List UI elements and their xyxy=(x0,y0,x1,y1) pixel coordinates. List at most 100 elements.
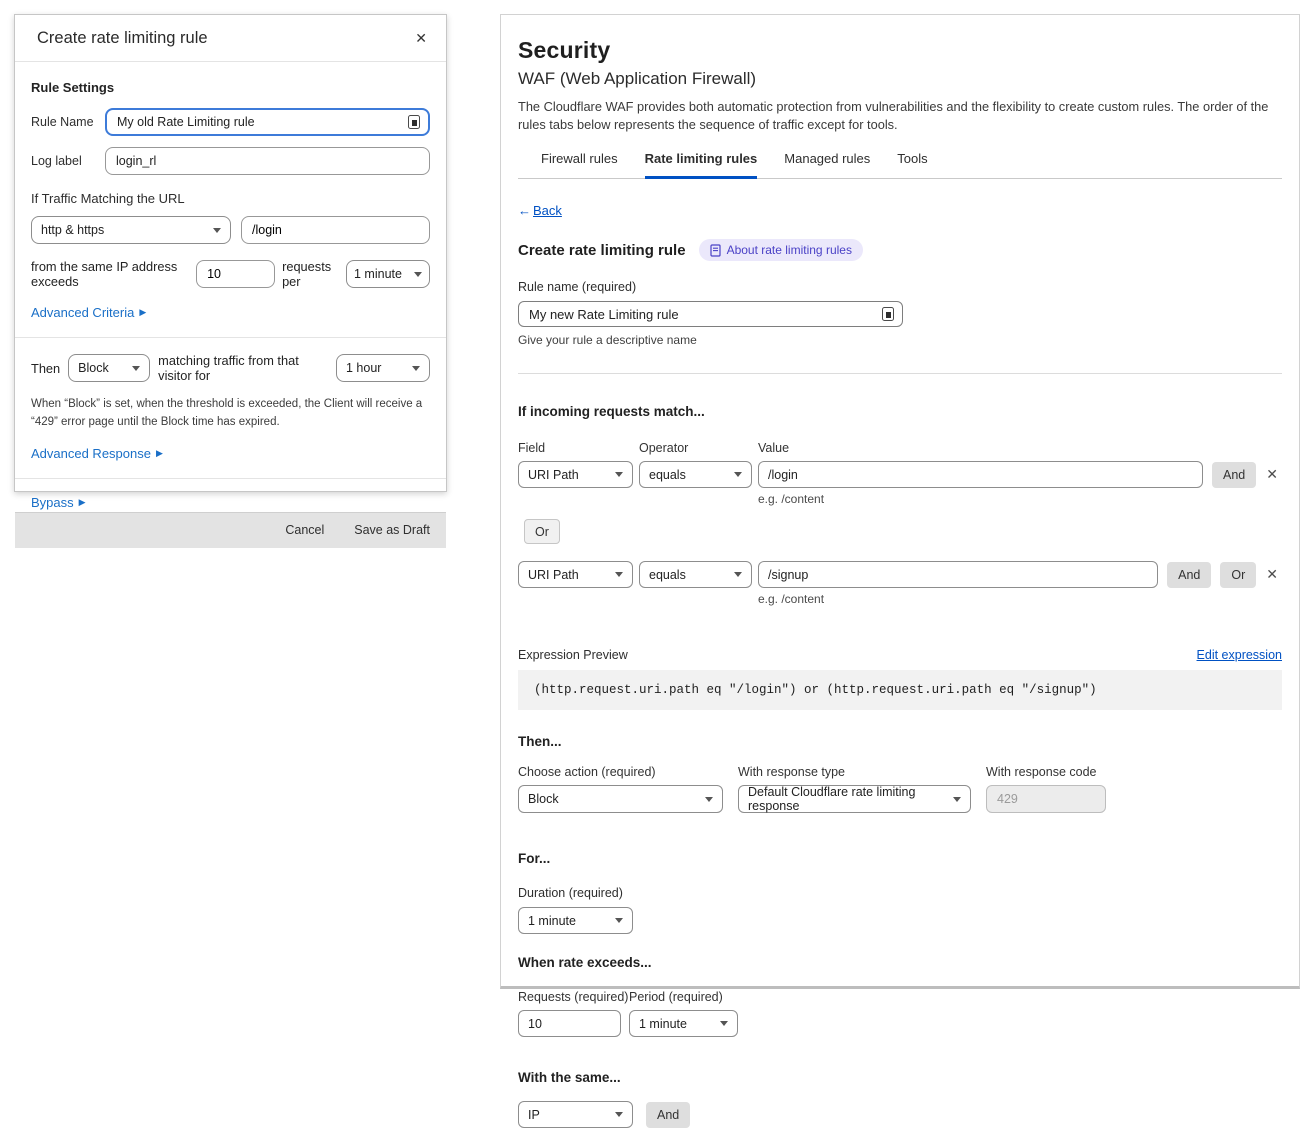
edit-expression-link[interactable]: Edit expression xyxy=(1197,648,1282,662)
expression-preview-row: Expression Preview Edit expression xyxy=(518,648,1282,662)
tab-rate-limiting-rules[interactable]: Rate limiting rules xyxy=(645,151,758,179)
threshold-row: from the same IP address exceeds request… xyxy=(31,259,430,289)
expression-preview-label: Expression Preview xyxy=(518,648,628,662)
action-select[interactable]: Block xyxy=(68,354,150,382)
action-select-value: Block xyxy=(78,361,109,375)
chevron-down-icon xyxy=(412,366,420,371)
threshold-input[interactable] xyxy=(196,260,275,288)
chevron-down-icon xyxy=(734,572,742,577)
modal-title: Create rate limiting rule xyxy=(37,29,208,48)
rule-name-input[interactable] xyxy=(117,115,408,129)
chevron-down-icon xyxy=(615,1112,623,1117)
autofill-icon[interactable] xyxy=(408,115,420,129)
operator-select-value: equals xyxy=(649,468,686,482)
security-waf-panel: Security WAF (Web Application Firewall) … xyxy=(500,14,1300,989)
url-match-row: http & https xyxy=(31,216,430,244)
or-button[interactable]: Or xyxy=(524,519,560,544)
chevron-down-icon xyxy=(953,797,961,802)
cancel-button[interactable]: Cancel xyxy=(285,523,324,537)
action-labels-row: Choose action (required) With response t… xyxy=(518,765,1282,779)
form-title: Create rate limiting rule xyxy=(518,242,686,259)
field-column-label: Field xyxy=(518,441,639,455)
url-pattern-input[interactable] xyxy=(241,216,430,244)
about-rate-limiting-badge[interactable]: About rate limiting rules xyxy=(699,239,863,261)
back-label: Back xyxy=(533,203,562,218)
rule-settings-heading: Rule Settings xyxy=(31,80,430,95)
rule-name-label: Rule Name xyxy=(31,115,105,129)
autofill-icon[interactable] xyxy=(882,307,894,321)
expand-arrow-icon: ▶ xyxy=(139,307,146,318)
field-select[interactable]: URI Path xyxy=(518,461,633,488)
chevron-down-icon xyxy=(615,918,623,923)
bypass-label: Bypass xyxy=(31,495,74,510)
block-duration-select[interactable]: 1 hour xyxy=(336,354,430,382)
with-same-heading: With the same... xyxy=(518,1070,1282,1085)
characteristic-select[interactable]: IP xyxy=(518,1101,633,1128)
response-type-select[interactable]: Default Cloudflare rate limiting respons… xyxy=(738,785,971,813)
then-heading: Then... xyxy=(518,734,1282,749)
or-button[interactable]: Or xyxy=(1220,562,1256,588)
about-badge-label: About rate limiting rules xyxy=(727,243,852,257)
action-row: Block Default Cloudflare rate limiting r… xyxy=(518,785,1282,813)
choose-action-select[interactable]: Block xyxy=(518,785,723,813)
duration-select[interactable]: 1 minute xyxy=(518,907,633,934)
and-button[interactable]: And xyxy=(1212,462,1256,488)
response-code-input xyxy=(986,785,1106,813)
rule-name-row: Rule Name xyxy=(31,108,430,136)
operator-select[interactable]: equals xyxy=(639,561,752,588)
operator-select[interactable]: equals xyxy=(639,461,752,488)
rule-name-field-wrap xyxy=(105,108,430,136)
divider xyxy=(15,478,446,479)
and-button[interactable]: And xyxy=(1167,562,1211,588)
tab-managed-rules[interactable]: Managed rules xyxy=(784,151,870,179)
tab-firewall-rules[interactable]: Firewall rules xyxy=(541,151,618,179)
requests-input[interactable] xyxy=(518,1010,621,1037)
and-button[interactable]: And xyxy=(646,1102,690,1128)
rule-name-label: Rule name (required) xyxy=(518,280,1282,294)
field-select-value: URI Path xyxy=(528,568,579,582)
condition-row: URI Path equals And ✕ xyxy=(518,461,1282,488)
chevron-down-icon xyxy=(615,572,623,577)
advanced-response-link[interactable]: Advanced Response ▶ xyxy=(31,446,163,461)
block-duration-value: 1 hour xyxy=(346,361,381,375)
period-select-value: 1 minute xyxy=(354,267,402,281)
divider xyxy=(518,373,1282,374)
rule-name-field-wrap xyxy=(518,301,903,327)
value-input[interactable] xyxy=(758,461,1203,488)
choose-action-label: Choose action (required) xyxy=(518,765,738,779)
traffic-match-caption: If Traffic Matching the URL xyxy=(31,191,430,206)
scheme-select[interactable]: http & https xyxy=(31,216,231,244)
tab-tools[interactable]: Tools xyxy=(897,151,927,179)
remove-condition-icon[interactable]: ✕ xyxy=(1262,564,1282,585)
field-select[interactable]: URI Path xyxy=(518,561,633,588)
value-input[interactable] xyxy=(758,561,1158,588)
period-select[interactable]: 1 minute xyxy=(629,1010,738,1037)
bypass-link[interactable]: Bypass ▶ xyxy=(31,495,86,510)
back-link[interactable]: ←Back xyxy=(518,203,562,218)
value-hint: e.g. /content xyxy=(758,492,1282,506)
page-title: Security xyxy=(518,37,1282,64)
save-as-draft-button[interactable]: Save as Draft xyxy=(354,523,430,537)
advanced-criteria-link[interactable]: Advanced Criteria ▶ xyxy=(31,305,146,320)
rule-name-input[interactable] xyxy=(529,307,882,322)
operator-column-label: Operator xyxy=(639,441,758,455)
condition-column-labels: Field Operator Value xyxy=(518,441,1282,455)
rule-name-block: Rule name (required) Give your rule a de… xyxy=(518,280,1282,347)
expand-arrow-icon: ▶ xyxy=(79,497,86,508)
operator-select-value: equals xyxy=(649,568,686,582)
period-select[interactable]: 1 minute xyxy=(346,260,430,288)
duration-label: Duration (required) xyxy=(518,886,1282,900)
response-type-value: Default Cloudflare rate limiting respons… xyxy=(748,785,945,813)
advanced-criteria-label: Advanced Criteria xyxy=(31,305,134,320)
rate-labels-row: Requests (required) Period (required) xyxy=(518,990,1282,1004)
chevron-down-icon xyxy=(213,228,221,233)
modal-header: Create rate limiting rule ✕ xyxy=(15,15,446,62)
log-label-input[interactable] xyxy=(105,147,430,175)
create-rate-limit-modal: Create rate limiting rule ✕ Rule Setting… xyxy=(14,14,447,492)
for-heading: For... xyxy=(518,851,1282,866)
response-code-label: With response code xyxy=(986,765,1096,779)
remove-condition-icon[interactable]: ✕ xyxy=(1262,464,1282,485)
expression-preview-box: (http.request.uri.path eq "/login") or (… xyxy=(518,670,1282,710)
rate-row: 1 minute xyxy=(518,1010,1282,1037)
close-icon[interactable]: ✕ xyxy=(411,28,431,49)
